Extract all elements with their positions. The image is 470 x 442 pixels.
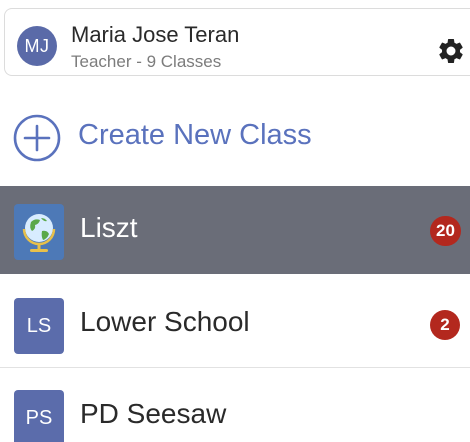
class-tile: PS xyxy=(14,390,64,442)
class-tile: LS xyxy=(14,298,64,354)
notification-badge: 20 xyxy=(430,216,461,246)
class-name: Liszt xyxy=(80,212,138,243)
class-row-lower-school[interactable]: LS Lower School 2 xyxy=(0,280,470,368)
class-tile xyxy=(14,204,64,260)
profile-subtitle: Teacher - 9 Classes xyxy=(71,52,222,71)
create-new-class-label: Create New Class xyxy=(78,119,312,151)
profile-name: Maria Jose Teran xyxy=(71,22,240,47)
avatar: MJ xyxy=(17,26,57,66)
class-name: Lower School xyxy=(80,306,250,337)
create-new-class-button[interactable]: Create New Class xyxy=(0,104,470,170)
class-name: PD Seesaw xyxy=(80,398,227,429)
plus-circle-icon xyxy=(13,114,61,162)
row-divider xyxy=(0,367,470,368)
globe-icon xyxy=(22,214,56,252)
class-list-screen: MJ Maria Jose Teran Teacher - 9 Classes … xyxy=(0,0,470,442)
gear-icon[interactable] xyxy=(436,36,466,66)
class-row-pd-seesaw[interactable]: PS PD Seesaw xyxy=(0,372,470,442)
class-row-liszt[interactable]: Liszt 20 xyxy=(0,186,470,274)
profile-card[interactable]: MJ Maria Jose Teran Teacher - 9 Classes xyxy=(4,8,470,76)
notification-badge: 2 xyxy=(430,310,460,340)
